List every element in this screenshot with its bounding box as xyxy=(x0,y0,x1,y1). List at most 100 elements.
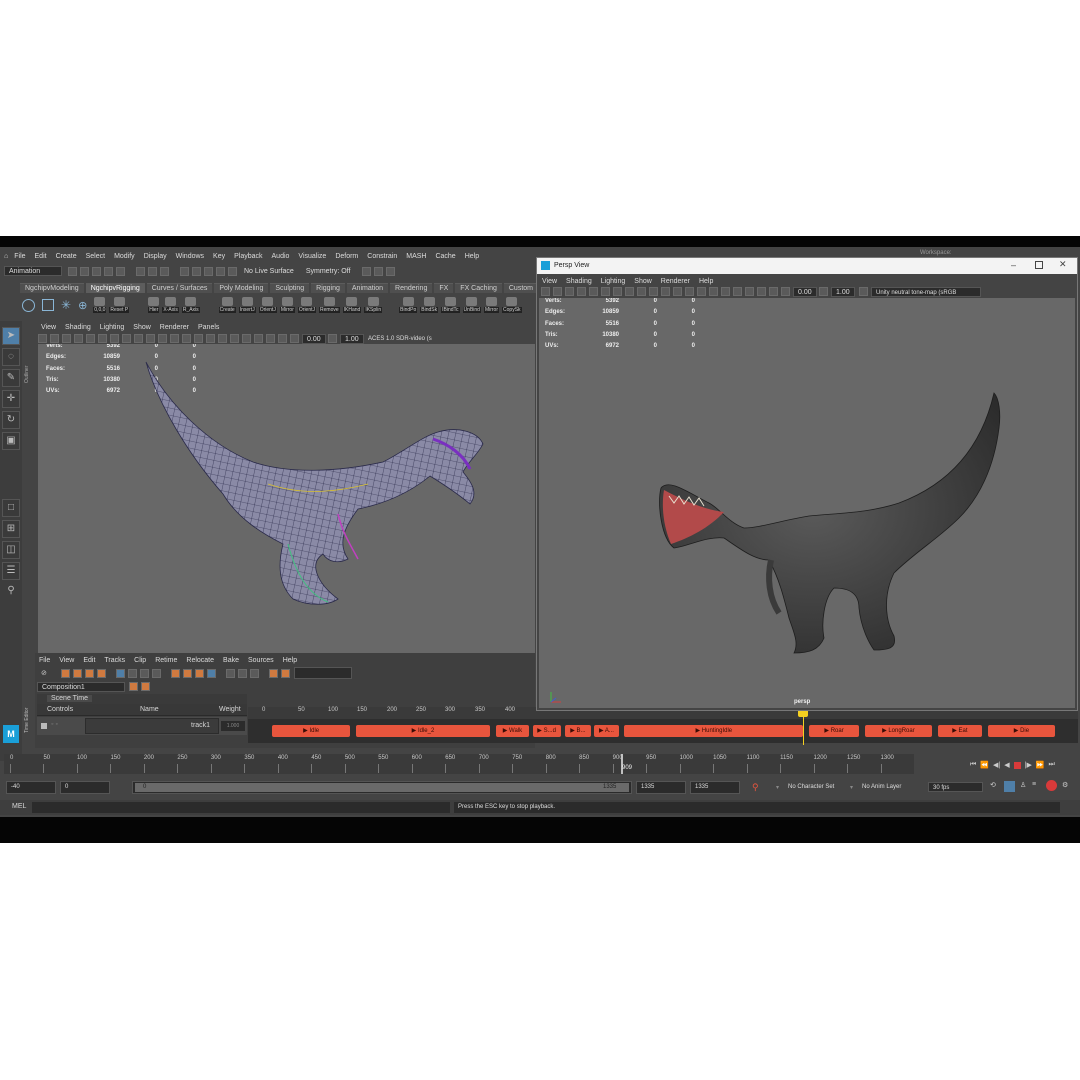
shelf-tab-modeling[interactable]: NgchipvModeling xyxy=(20,283,84,293)
safe-action-icon[interactable] xyxy=(146,334,155,343)
menu-playback[interactable]: Playback xyxy=(234,253,262,260)
shelf-btn-insert-joint[interactable]: InsertJ xyxy=(238,297,256,313)
lasso-tool-icon[interactable]: ◌ xyxy=(2,348,20,366)
playback-options-icon[interactable]: ≡ xyxy=(1032,781,1036,788)
ipr-render-icon[interactable] xyxy=(374,266,384,276)
persp-res-gate-icon[interactable] xyxy=(613,287,622,296)
te-menu-retime[interactable]: Retime xyxy=(155,657,177,664)
go-end-icon[interactable]: ⏭ xyxy=(1049,761,1055,769)
shelf-tab-custom[interactable]: Custom xyxy=(503,283,538,293)
persp-gamma-icon[interactable] xyxy=(819,287,828,296)
time-editor-side-tab[interactable]: Time Editor xyxy=(24,653,34,733)
gate-mask-icon[interactable] xyxy=(122,334,131,343)
open-scene-icon[interactable] xyxy=(80,266,89,276)
shelf-btn-zero[interactable]: 0,0,0 xyxy=(93,297,107,313)
menu-key[interactable]: Key xyxy=(213,253,225,260)
menu-visualize[interactable]: Visualize xyxy=(298,253,326,260)
shelf-btn-ikhandle[interactable]: IKHand xyxy=(342,297,362,313)
shelf-tab-fx-caching[interactable]: FX Caching xyxy=(455,283,502,293)
render-icon[interactable] xyxy=(362,266,372,276)
te-menu-bake[interactable]: Bake xyxy=(223,657,239,664)
persp-xray-joints-icon[interactable] xyxy=(745,287,754,296)
outliner-layout-icon[interactable]: ☰ xyxy=(2,562,20,580)
shelf-btn-ibind[interactable]: IBindTc xyxy=(441,297,460,313)
shelf-btn-bindpose[interactable]: BindPo xyxy=(399,297,418,313)
rotate-tool-icon[interactable]: ↻ xyxy=(2,411,20,429)
persp-shadows-icon[interactable] xyxy=(697,287,706,296)
isolate-icon[interactable] xyxy=(278,334,287,343)
resolution-gate-icon[interactable] xyxy=(110,334,119,343)
left-gamma-field[interactable]: 1.00 xyxy=(340,333,364,344)
persp-gamma-field[interactable]: 1.00 xyxy=(831,286,855,297)
mode-select[interactable]: Animation xyxy=(4,266,62,276)
smooth-shade-icon[interactable] xyxy=(170,334,179,343)
fps-select[interactable]: 30 fps xyxy=(928,782,983,792)
step-forward-key-icon[interactable]: ⏩ xyxy=(1036,761,1045,769)
shelf-btn-mirror[interactable]: Mirror xyxy=(279,297,295,313)
track-enable-checkbox[interactable] xyxy=(41,723,47,729)
persp-aa-icon[interactable] xyxy=(721,287,730,296)
xray-icon[interactable] xyxy=(254,334,263,343)
anim-layer-select[interactable]: No Anim Layer xyxy=(862,784,901,790)
te-clip-2[interactable]: ▶ Walk xyxy=(495,725,530,737)
shelf-tab-rigging[interactable]: NgchipvRigging xyxy=(85,283,145,293)
four-pane-icon[interactable]: ⊞ xyxy=(2,520,20,538)
loop-icon[interactable]: ⟲ xyxy=(990,781,996,789)
te-clip-6[interactable]: ▶ HuntingIdle xyxy=(624,725,804,737)
add-clip-icon[interactable] xyxy=(60,668,70,678)
shelf-tab-fx[interactable]: FX xyxy=(434,283,454,293)
menu-edit[interactable]: Edit xyxy=(35,253,47,260)
persp-film-gate-icon[interactable] xyxy=(601,287,610,296)
shelf-btn-bindskin[interactable]: BindSk xyxy=(420,297,439,313)
te-menu-view[interactable]: View xyxy=(59,657,74,664)
te-clip-0[interactable]: ▶ Idle xyxy=(272,725,351,737)
track-name[interactable]: track1 xyxy=(191,722,210,729)
step-back-icon[interactable]: ◀| xyxy=(993,761,1000,769)
shelf-btn-raxis[interactable]: R_Axis xyxy=(181,297,200,313)
persp-menu-view[interactable]: View xyxy=(542,278,557,285)
square-tool-icon[interactable] xyxy=(42,299,54,311)
left-menu-show[interactable]: Show xyxy=(133,324,151,331)
aa-icon[interactable] xyxy=(242,334,251,343)
shelf-btn-reset[interactable]: Reset P xyxy=(109,297,130,313)
live-surface-label[interactable]: No Live Surface xyxy=(244,268,294,275)
camera-attr-icon[interactable] xyxy=(50,334,59,343)
menu-deform[interactable]: Deform xyxy=(335,253,358,260)
film-gate-icon[interactable] xyxy=(98,334,107,343)
link-icon[interactable] xyxy=(237,668,247,678)
snap-grid-icon[interactable] xyxy=(180,266,189,276)
redo-icon[interactable] xyxy=(116,266,125,276)
shelf-btn-iksplines[interactable]: IKSplin xyxy=(364,297,383,313)
locator-icon[interactable]: ⊕ xyxy=(78,299,87,312)
snap-point-icon[interactable] xyxy=(204,266,213,276)
stop-icon[interactable] xyxy=(1013,761,1021,769)
undo-icon[interactable] xyxy=(104,266,113,276)
prefs-icon[interactable]: ⚙ xyxy=(1062,781,1068,789)
te-menu-sources[interactable]: Sources xyxy=(248,657,274,664)
symmetry-label[interactable]: Symmetry: Off xyxy=(306,268,351,275)
te-clip-9[interactable]: ▶ Eat xyxy=(937,725,983,737)
persp-menu-show[interactable]: Show xyxy=(634,278,652,285)
render-settings-icon[interactable] xyxy=(386,266,396,276)
range-slider-bar[interactable] xyxy=(135,783,629,792)
composition-select[interactable]: Composition1 xyxy=(37,681,125,692)
key-anim-icon[interactable] xyxy=(268,668,278,678)
menu-cache[interactable]: Cache xyxy=(435,253,455,260)
te-clip-7[interactable]: ▶ Roar xyxy=(808,725,860,737)
te-menu-tracks[interactable]: Tracks xyxy=(104,657,125,664)
shelf-tab-poly[interactable]: Poly Modeling xyxy=(214,283,269,293)
menu-windows[interactable]: Windows xyxy=(176,253,204,260)
left-menu-shading[interactable]: Shading xyxy=(65,324,91,331)
menu-audio[interactable]: Audio xyxy=(272,253,290,260)
anim-end-field[interactable]: 1335 xyxy=(690,781,740,794)
menu-modify[interactable]: Modify xyxy=(114,253,135,260)
range-slider[interactable]: 0 1335 xyxy=(132,781,632,794)
create-clip-icon[interactable] xyxy=(72,668,82,678)
te-clip-4[interactable]: ▶ B... xyxy=(565,725,591,737)
menu-file[interactable]: File xyxy=(14,253,25,260)
te-menu-clip[interactable]: Clip xyxy=(134,657,146,664)
home-icon[interactable]: ⌂ xyxy=(4,253,8,260)
snap-view-icon[interactable] xyxy=(216,266,225,276)
persp-material-icon[interactable] xyxy=(661,287,670,296)
playback-start-field[interactable]: 0 xyxy=(60,781,110,794)
